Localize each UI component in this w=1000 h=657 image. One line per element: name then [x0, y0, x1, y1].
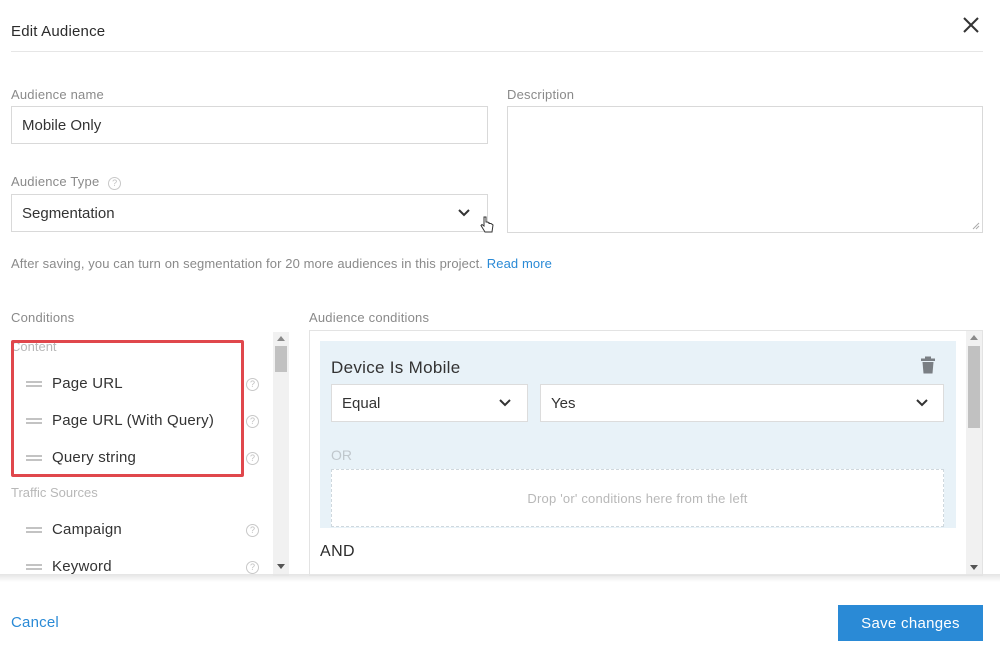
note-text: After saving, you can turn on segmentati… [11, 256, 484, 271]
chevron-down-icon [499, 399, 511, 407]
scroll-thumb[interactable] [275, 346, 287, 372]
conditions-label: Conditions [11, 310, 75, 325]
or-dropzone[interactable]: Drop 'or' conditions here from the left [331, 469, 944, 527]
scroll-up-icon[interactable] [970, 335, 978, 340]
save-changes-button[interactable]: Save changes [838, 605, 983, 641]
resize-handle-icon[interactable] [972, 222, 980, 230]
cancel-button[interactable]: Cancel [11, 614, 59, 631]
condition-card-title: Device Is Mobile [331, 358, 461, 377]
help-icon[interactable]: ? [246, 561, 259, 574]
audience-type-value: Segmentation [22, 204, 115, 222]
highlight-box [11, 340, 244, 477]
scroll-up-icon[interactable] [277, 336, 285, 341]
help-icon[interactable]: ? [246, 378, 259, 391]
segmentation-note: After saving, you can turn on segmentati… [11, 256, 552, 271]
chevron-down-icon [458, 209, 470, 217]
audience-conditions-panel: Device Is Mobile Equal Yes OR Drop 'or' … [309, 330, 983, 576]
operator-select[interactable]: Equal [331, 384, 528, 422]
condition-item-campaign[interactable]: Campaign ? [11, 514, 273, 544]
help-icon[interactable]: ? [246, 415, 259, 428]
conditions-scrollbar[interactable] [273, 332, 289, 576]
scroll-thumb[interactable] [968, 346, 980, 428]
hand-cursor-icon [480, 216, 494, 233]
and-label: AND [320, 543, 355, 560]
scroll-down-icon[interactable] [277, 564, 285, 569]
close-icon[interactable] [958, 12, 984, 38]
help-icon[interactable]: ? [246, 452, 259, 465]
description-textarea[interactable] [507, 106, 983, 233]
audience-name-label: Audience name [11, 87, 104, 102]
dialog-header: Edit Audience [0, 0, 1000, 52]
condition-card: Device Is Mobile Equal Yes OR Drop 'or' … [320, 341, 956, 528]
header-divider [11, 51, 983, 52]
chevron-down-icon [916, 399, 928, 407]
audience-type-label-text: Audience Type [11, 174, 100, 189]
dialog-title: Edit Audience [11, 23, 106, 40]
group-traffic-sources-label: Traffic Sources [11, 485, 98, 500]
condition-label: Keyword [52, 558, 112, 575]
drag-handle-icon [26, 527, 42, 533]
audience-conditions-label: Audience conditions [309, 310, 430, 325]
scroll-down-icon[interactable] [970, 565, 978, 570]
audience-name-value: Mobile Only [22, 116, 102, 134]
footer-divider [0, 574, 1000, 582]
audience-name-input[interactable]: Mobile Only [11, 106, 488, 144]
condition-item-keyword[interactable]: Keyword ? [11, 551, 273, 576]
audience-type-select[interactable]: Segmentation [11, 194, 488, 232]
drag-handle-icon [26, 564, 42, 570]
help-icon[interactable]: ? [108, 177, 122, 190]
value-value: Yes [551, 394, 576, 412]
help-icon[interactable]: ? [246, 524, 259, 537]
value-select[interactable]: Yes [540, 384, 944, 422]
audience-conditions-scrollbar[interactable] [966, 331, 982, 575]
read-more-link[interactable]: Read more [487, 256, 552, 271]
description-label: Description [507, 87, 575, 102]
or-label: OR [331, 447, 352, 463]
condition-label: Campaign [52, 521, 122, 538]
audience-type-label: Audience Type ? [11, 174, 122, 190]
operator-value: Equal [342, 394, 381, 412]
trash-icon[interactable] [920, 356, 936, 374]
